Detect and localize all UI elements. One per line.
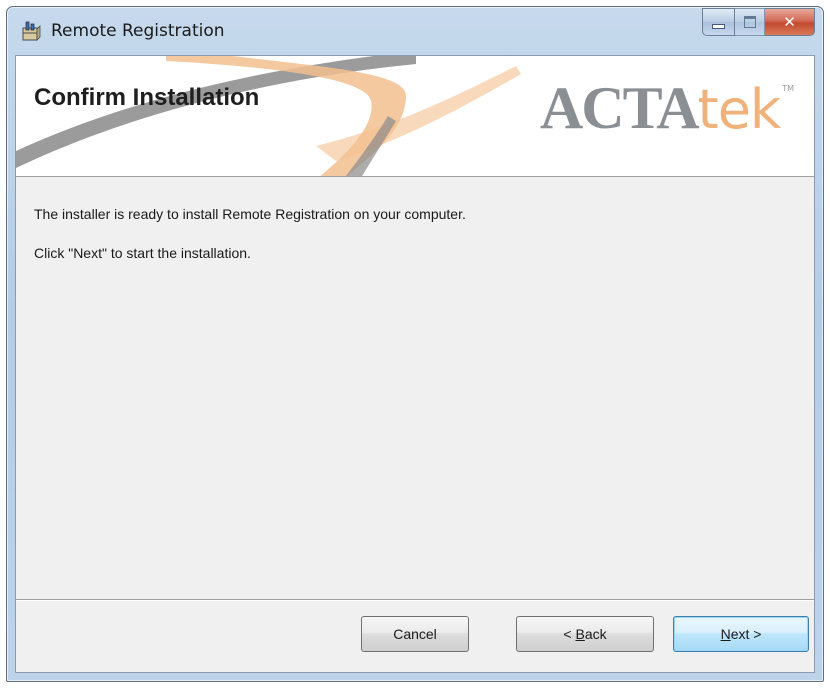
title-bar[interactable]: Remote Registration ✕: [7, 7, 823, 55]
header-banner: Confirm Installation ACTA tek TM: [16, 56, 814, 177]
next-button-mnemonic: N: [720, 626, 731, 642]
back-button[interactable]: < Back: [516, 616, 654, 652]
installer-window: Remote Registration ✕ Confirm Installati…: [6, 6, 824, 682]
logo-light-text: tek: [697, 78, 782, 141]
installer-package-icon: [22, 21, 41, 41]
logo-bold-text: ACTA: [539, 75, 700, 141]
close-button[interactable]: ✕: [765, 8, 815, 36]
back-button-prefix: <: [563, 626, 576, 642]
next-button-label: ext >: [730, 626, 762, 642]
minimize-button[interactable]: [702, 8, 735, 36]
back-button-label: ack: [584, 626, 607, 642]
window-controls: ✕: [702, 8, 815, 38]
next-button[interactable]: Next >: [673, 616, 809, 652]
dialog-client-area: Confirm Installation ACTA tek TM The ins…: [15, 55, 815, 673]
page-title: Confirm Installation: [34, 84, 260, 111]
logo-trademark: TM: [782, 84, 794, 93]
actatek-logo: ACTA tek TM: [539, 75, 794, 141]
close-icon: ✕: [783, 13, 796, 31]
window-title: Remote Registration: [51, 21, 225, 41]
maximize-button[interactable]: [735, 8, 765, 36]
cancel-button-label: Cancel: [393, 626, 437, 642]
minimize-icon: [712, 23, 725, 29]
instruction-message: Click "Next" to start the installation.: [34, 245, 251, 261]
back-button-mnemonic: B: [575, 626, 585, 642]
maximize-icon: [743, 16, 756, 28]
ready-message: The installer is ready to install Remote…: [34, 206, 466, 222]
cancel-button[interactable]: Cancel: [361, 616, 469, 652]
footer-divider-highlight: [16, 600, 814, 601]
